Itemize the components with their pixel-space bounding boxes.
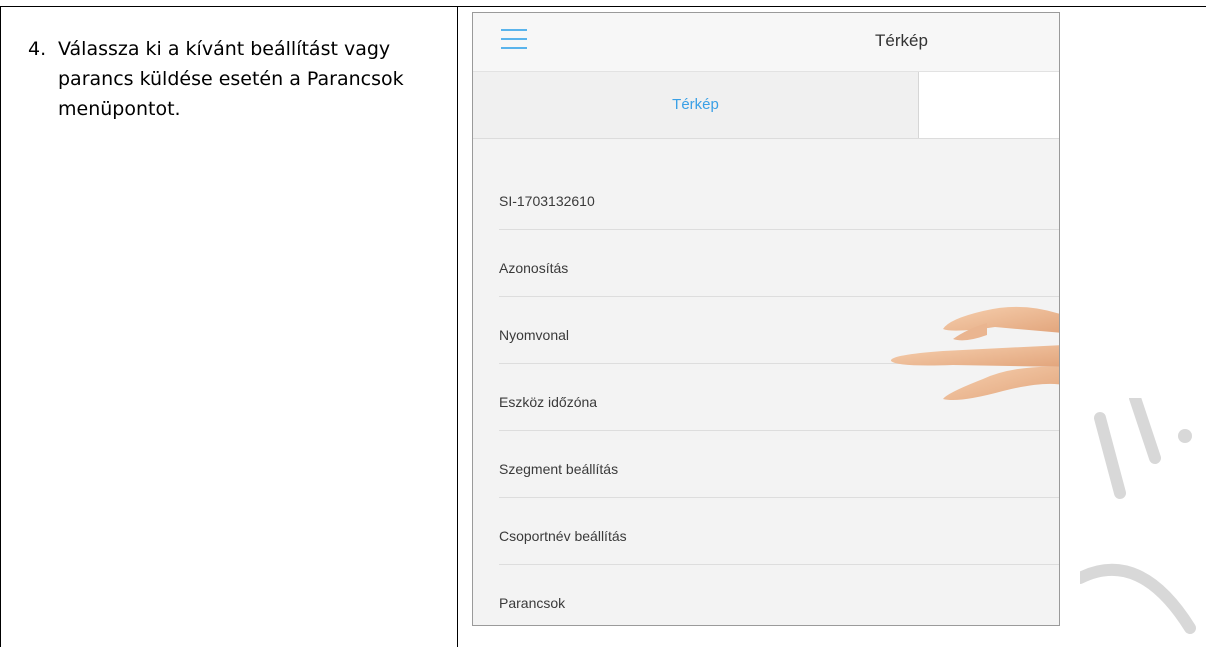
step-number: 4. — [28, 38, 47, 60]
table-left-border — [0, 6, 1, 647]
app-header: Térkép — [473, 13, 1059, 72]
header-title: Térkép — [875, 31, 928, 50]
menu-item-label: Azonosítás — [499, 260, 569, 276]
menu-item-parancsok[interactable]: Parancsok — [499, 565, 1059, 625]
hamburger-menu-icon[interactable] — [501, 29, 527, 51]
tab-empty[interactable] — [919, 72, 1059, 138]
watermark-graphic — [1080, 398, 1196, 634]
pointing-hand-icon — [890, 306, 1059, 400]
menu-item-device-id[interactable]: SI-1703132610 — [499, 139, 1059, 230]
app-screenshot: Térkép Térkép SI-1703132610 Azonosítás N… — [472, 12, 1060, 626]
step-text: Válassza ki a kívánt beállítást vagy par… — [58, 38, 404, 120]
menu-item-label: Eszköz időzóna — [499, 394, 598, 410]
table-top-border — [0, 6, 1206, 7]
menu-item-label: SI-1703132610 — [499, 193, 595, 209]
menu-item-label: Parancsok — [499, 595, 566, 611]
menu-item-label: Csoportnév beállítás — [499, 528, 627, 544]
table-column-divider — [457, 6, 458, 647]
menu-item-szegment-beallitas[interactable]: Szegment beállítás — [499, 431, 1059, 498]
instruction-step: 4. Válassza ki a kívánt beállítást vagy … — [28, 34, 448, 124]
tab-label: Térkép — [672, 96, 719, 113]
menu-item-azonositas[interactable]: Azonosítás — [499, 230, 1059, 297]
menu-item-csoportnev-beallitas[interactable]: Csoportnév beállítás — [499, 498, 1059, 565]
menu-item-label: Szegment beállítás — [499, 461, 619, 477]
tab-terkep[interactable]: Térkép — [473, 72, 919, 138]
tab-bar: Térkép — [473, 72, 1059, 139]
menu-item-label: Nyomvonal — [499, 327, 570, 343]
